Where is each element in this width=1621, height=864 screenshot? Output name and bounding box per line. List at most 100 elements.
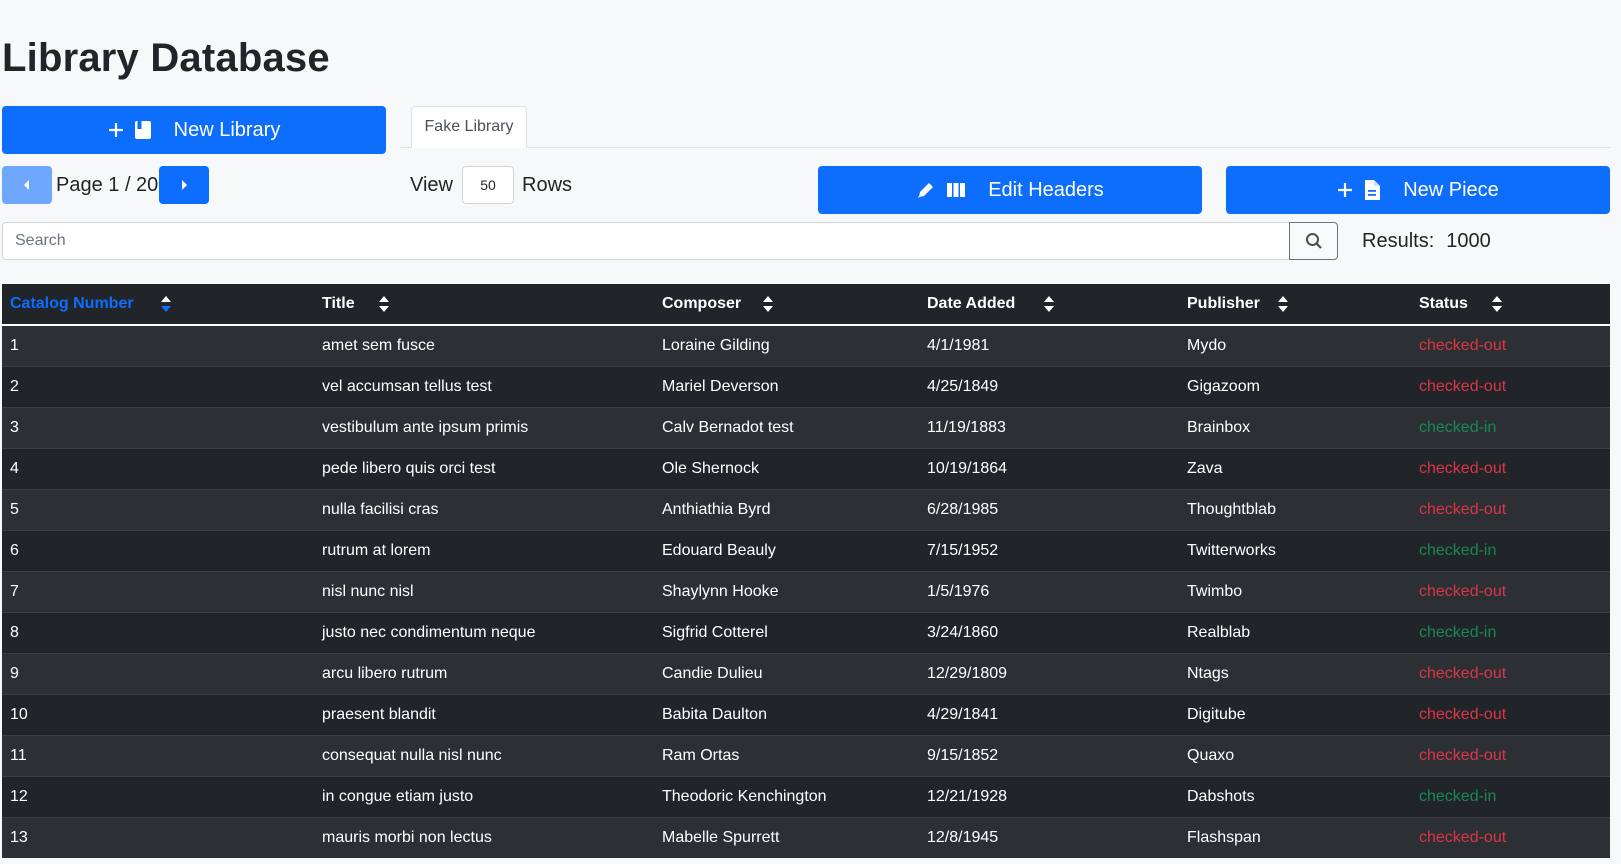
cell-catalog-number: 10 — [2, 694, 314, 736]
table-row[interactable]: 8 justo nec condimentum neque Sigfrid Cott… — [2, 612, 1610, 654]
pencil-icon — [918, 183, 934, 198]
search-icon — [1305, 233, 1322, 249]
file-text-icon — [1365, 180, 1381, 200]
cell-title: arcu libero rutrum — [314, 653, 654, 695]
column-header-title[interactable]: Title — [314, 284, 654, 326]
sort-icon[interactable] — [1043, 293, 1055, 315]
cell-composer: Sigfrid Cotterel — [654, 612, 919, 654]
catalog-table: Catalog Number Title Composer Date Added Pub… — [2, 284, 1610, 858]
sort-icon[interactable] — [762, 293, 774, 315]
cell-composer: Theodoric Kenchington — [654, 776, 919, 818]
book-icon — [134, 121, 151, 139]
results-label: Results: — [1362, 230, 1435, 252]
cell-publisher: Digitube — [1179, 694, 1411, 736]
cell-catalog-number: 7 — [2, 571, 314, 613]
cell-catalog-number: 8 — [2, 612, 314, 654]
cell-title: vestibulum ante ipsum primis — [314, 407, 654, 449]
rows-per-page-input[interactable] — [462, 166, 514, 204]
search-input[interactable] — [2, 222, 1290, 260]
cell-status: checked-out — [1411, 448, 1610, 490]
cell-date-added: 1/5/1976 — [919, 571, 1179, 613]
table-row[interactable]: 5 nulla facilisi cras Anthiathia Byrd 6/28/… — [2, 489, 1610, 531]
cell-composer: Calv Bernadot test — [654, 407, 919, 449]
new-library-button[interactable]: New Library — [2, 106, 386, 154]
cell-title: pede libero quis orci test — [314, 448, 654, 490]
new-piece-button[interactable]: New Piece — [1226, 166, 1610, 214]
cell-title: rutrum at lorem — [314, 530, 654, 572]
cell-status: checked-out — [1411, 366, 1610, 408]
cell-title: mauris morbi non lectus — [314, 817, 654, 858]
cell-publisher: Brainbox — [1179, 407, 1411, 449]
cell-publisher: Quaxo — [1179, 735, 1411, 777]
cell-status: checked-out — [1411, 571, 1610, 613]
cell-publisher: Realblab — [1179, 612, 1411, 654]
cell-catalog-number: 6 — [2, 530, 314, 572]
table-row[interactable]: 2 vel accumsan tellus test Mariel Deverson… — [2, 366, 1610, 408]
tabs-divider — [400, 147, 1610, 148]
sort-icon[interactable] — [1491, 293, 1503, 315]
new-library-icons — [108, 120, 152, 140]
sort-icon[interactable] — [1277, 293, 1289, 315]
cell-catalog-number: 1 — [2, 324, 314, 367]
edit-headers-label: Edit Headers — [988, 178, 1104, 201]
columns-icon — [947, 183, 966, 197]
cell-composer: Mabelle Spurrett — [654, 817, 919, 858]
cell-catalog-number: 13 — [2, 817, 314, 858]
results-count: 1000 — [1446, 230, 1491, 252]
cell-date-added: 12/29/1809 — [919, 653, 1179, 695]
column-header-publisher[interactable]: Publisher — [1179, 284, 1411, 326]
search-button[interactable] — [1289, 222, 1338, 260]
cell-catalog-number: 4 — [2, 448, 314, 490]
cell-publisher: Twimbo — [1179, 571, 1411, 613]
column-header-catalog-number[interactable]: Catalog Number — [2, 284, 314, 326]
previous-page-button[interactable] — [2, 166, 52, 204]
table-row[interactable]: 9 arcu libero rutrum Candie Dulieu 12/29/18… — [2, 653, 1610, 695]
table-row[interactable]: 11 consequat nulla nisl nunc Ram Ortas 9/15… — [2, 735, 1610, 777]
table-row[interactable]: 12 in congue etiam justo Theodoric Kenchin… — [2, 776, 1610, 818]
edit-headers-icons — [916, 180, 966, 200]
table-row[interactable]: 6 rutrum at lorem Edouard Beauly 7/15/1952 T… — [2, 530, 1610, 572]
column-header-label: Composer — [662, 295, 742, 312]
cell-date-added: 7/15/1952 — [919, 530, 1179, 572]
table-row[interactable]: 10 praesent blandit Babita Daulton 4/29/184… — [2, 694, 1610, 736]
cell-composer: Mariel Deverson — [654, 366, 919, 408]
cell-title: justo nec condimentum neque — [314, 612, 654, 654]
caret-left-icon — [24, 180, 29, 190]
column-header-label: Publisher — [1187, 295, 1260, 312]
cell-status: checked-in — [1411, 407, 1610, 449]
column-header-label: Date Added — [927, 295, 1016, 312]
next-page-button[interactable] — [159, 166, 209, 204]
page-indicator: Page 1 / 20 — [56, 174, 159, 196]
cell-title: nisl nunc nisl — [314, 571, 654, 613]
sort-icon[interactable] — [160, 293, 172, 315]
column-header-status[interactable]: Status — [1411, 284, 1610, 326]
cell-publisher: Dabshots — [1179, 776, 1411, 818]
table-row[interactable]: 4 pede libero quis orci test Ole Shernock 1… — [2, 448, 1610, 490]
results-summary: Results: 1000 — [1362, 230, 1491, 253]
cell-publisher: Mydo — [1179, 324, 1411, 367]
cell-title: amet sem fusce — [314, 324, 654, 367]
cell-title: vel accumsan tellus test — [314, 366, 654, 408]
cell-composer: Ram Ortas — [654, 735, 919, 777]
column-header-label: Title — [322, 295, 355, 312]
column-header-composer[interactable]: Composer — [654, 284, 919, 326]
cell-title: consequat nulla nisl nunc — [314, 735, 654, 777]
table-row[interactable]: 1 amet sem fusce Loraine Gilding 4/1/1981 My… — [2, 324, 1610, 367]
table-row[interactable]: 3 vestibulum ante ipsum primis Calv Bernad… — [2, 407, 1610, 449]
cell-status: checked-in — [1411, 530, 1610, 572]
cell-date-added: 11/19/1883 — [919, 407, 1179, 449]
table-header-row: Catalog Number Title Composer Date Added Pub… — [2, 284, 1610, 326]
edit-headers-button[interactable]: Edit Headers — [818, 166, 1202, 214]
caret-right-icon — [182, 180, 187, 190]
cell-title: in congue etiam justo — [314, 776, 654, 818]
table-row[interactable]: 7 nisl nunc nisl Shaylynn Hooke 1/5/1976 Twi… — [2, 571, 1610, 613]
cell-catalog-number: 5 — [2, 489, 314, 531]
sort-icon[interactable] — [378, 293, 390, 315]
column-header-date-added[interactable]: Date Added — [919, 284, 1179, 326]
page-title: Library Database — [2, 36, 330, 80]
tab-fake-library[interactable]: Fake Library — [411, 106, 527, 148]
cell-publisher: Zava — [1179, 448, 1411, 490]
cell-catalog-number: 12 — [2, 776, 314, 818]
table-row[interactable]: 13 mauris morbi non lectus Mabelle Spurret… — [2, 817, 1610, 858]
cell-composer: Ole Shernock — [654, 448, 919, 490]
